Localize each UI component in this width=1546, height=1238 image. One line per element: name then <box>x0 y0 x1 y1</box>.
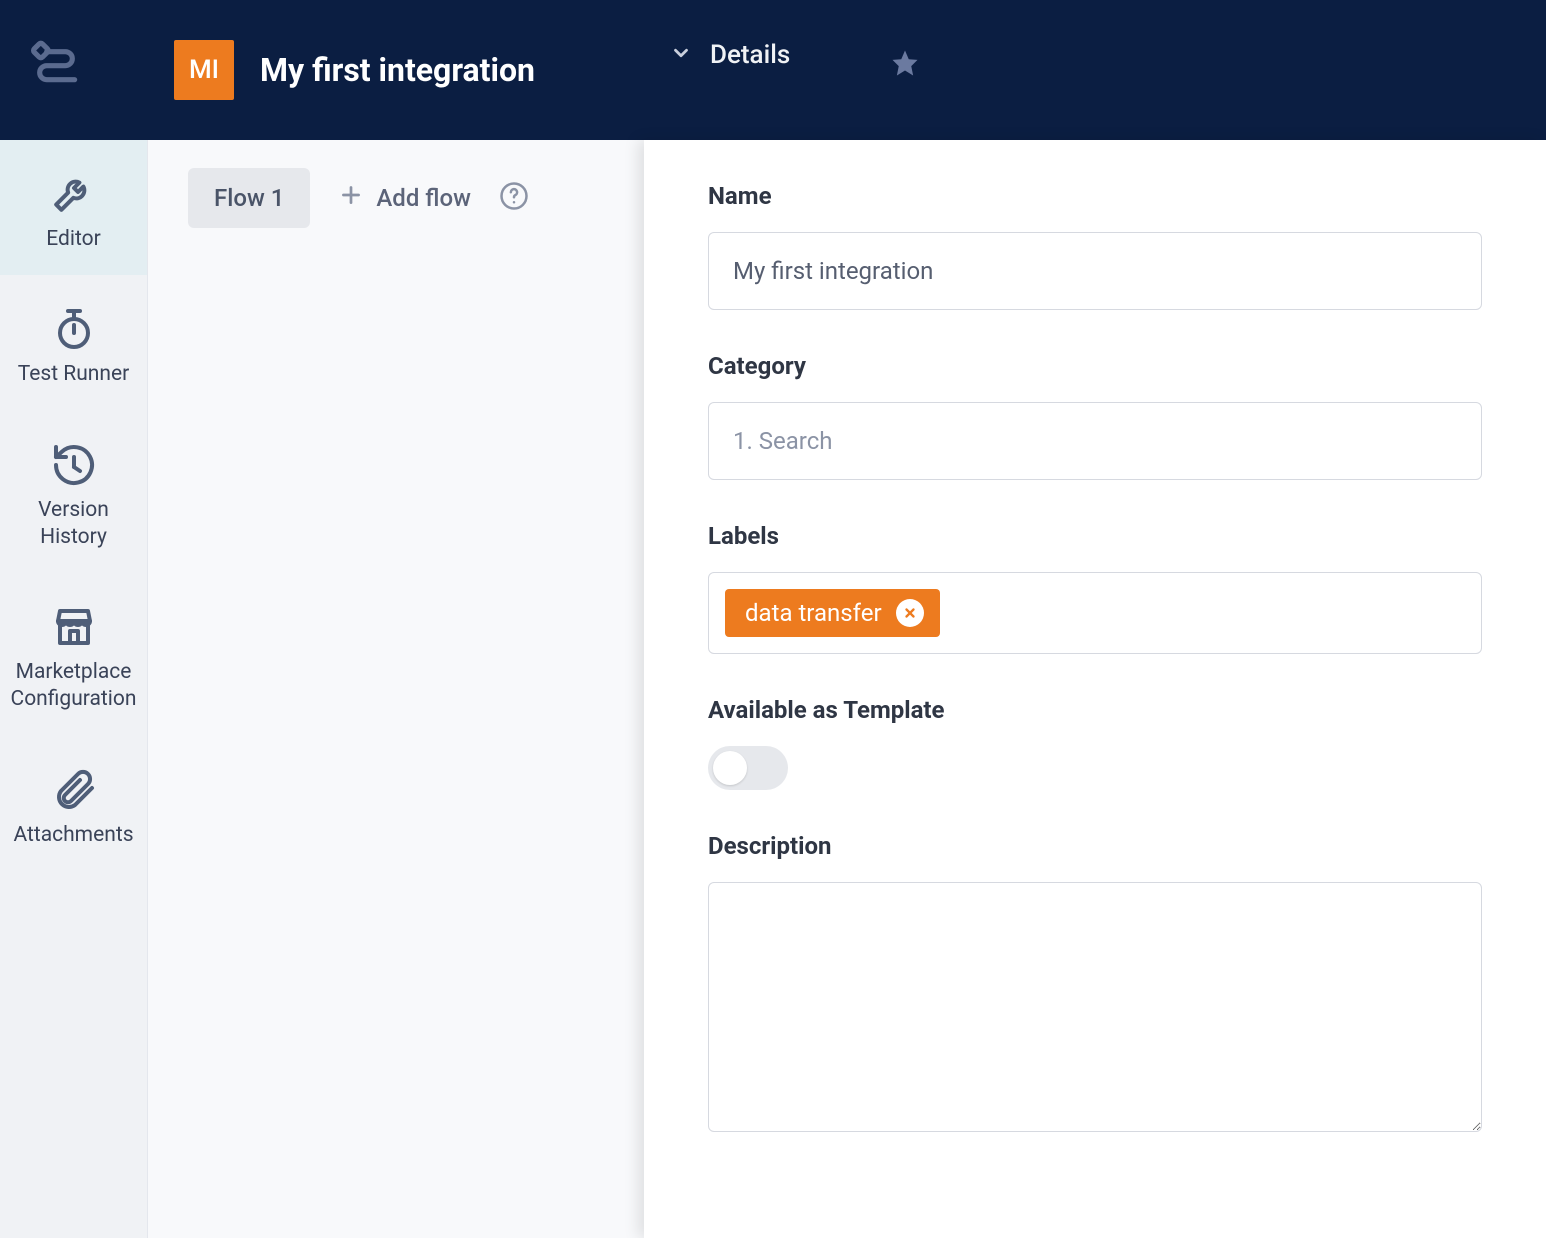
label-chip: data transfer <box>725 589 940 637</box>
sidebar-item-label: Marketplace Configuration <box>4 659 143 714</box>
wrench-icon <box>50 168 98 220</box>
plus-icon <box>338 182 364 214</box>
integration-avatar: MI <box>174 40 234 100</box>
storefront-icon <box>50 601 98 653</box>
field-name: Name <box>708 182 1482 310</box>
sidebar-item-marketplace-config[interactable]: Marketplace Configuration <box>0 573 147 736</box>
category-select[interactable]: 1. Search <box>708 402 1482 480</box>
top-header: MI My first integration Details <box>0 0 1546 140</box>
help-icon[interactable] <box>499 181 529 215</box>
toggle-knob <box>713 751 747 785</box>
editor-canvas: Flow 1 Add flow Name Category <box>148 140 1546 1238</box>
labels-input[interactable]: data transfer <box>708 572 1482 654</box>
label-chip-text: data transfer <box>745 599 882 627</box>
labels-label: Labels <box>708 522 1482 550</box>
template-label: Available as Template <box>708 696 1482 724</box>
sidebar-item-test-runner[interactable]: Test Runner <box>0 275 147 410</box>
stopwatch-icon <box>50 303 98 355</box>
flow-tab-active[interactable]: Flow 1 <box>188 168 310 228</box>
description-label: Description <box>708 832 1482 860</box>
sidebar-item-label: Version History <box>4 497 143 552</box>
history-icon <box>50 439 98 491</box>
details-tab-label: Details <box>710 40 790 70</box>
app-logo-icon <box>28 40 84 100</box>
add-flow-button[interactable]: Add flow <box>338 182 471 214</box>
name-label: Name <box>708 182 1482 210</box>
description-textarea[interactable] <box>708 882 1482 1132</box>
sidebar-item-editor[interactable]: Editor <box>0 140 147 275</box>
paperclip-icon <box>50 764 98 816</box>
chevron-down-icon <box>670 42 692 68</box>
details-panel: Name Category 1. Search Labels data tran… <box>644 140 1546 1238</box>
add-flow-label: Add flow <box>376 184 471 212</box>
sidebar-item-version-history[interactable]: Version History <box>0 411 147 574</box>
field-description: Description <box>708 832 1482 1136</box>
avatar-initials: MI <box>189 55 219 85</box>
star-icon[interactable] <box>890 48 920 82</box>
details-dropdown[interactable]: Details <box>670 40 790 70</box>
left-sidebar: Editor Test Runner Version History <box>0 140 148 1238</box>
name-input[interactable] <box>708 232 1482 310</box>
sidebar-item-label: Editor <box>46 226 100 253</box>
field-category: Category 1. Search <box>708 352 1482 480</box>
remove-label-button[interactable] <box>896 599 924 627</box>
field-labels: Labels data transfer <box>708 522 1482 654</box>
template-toggle[interactable] <box>708 746 788 790</box>
category-label: Category <box>708 352 1482 380</box>
field-template: Available as Template <box>708 696 1482 790</box>
sidebar-item-label: Test Runner <box>18 361 130 388</box>
page-title: My first integration <box>260 51 535 89</box>
sidebar-item-label: Attachments <box>13 822 133 849</box>
sidebar-item-attachments[interactable]: Attachments <box>0 736 147 871</box>
